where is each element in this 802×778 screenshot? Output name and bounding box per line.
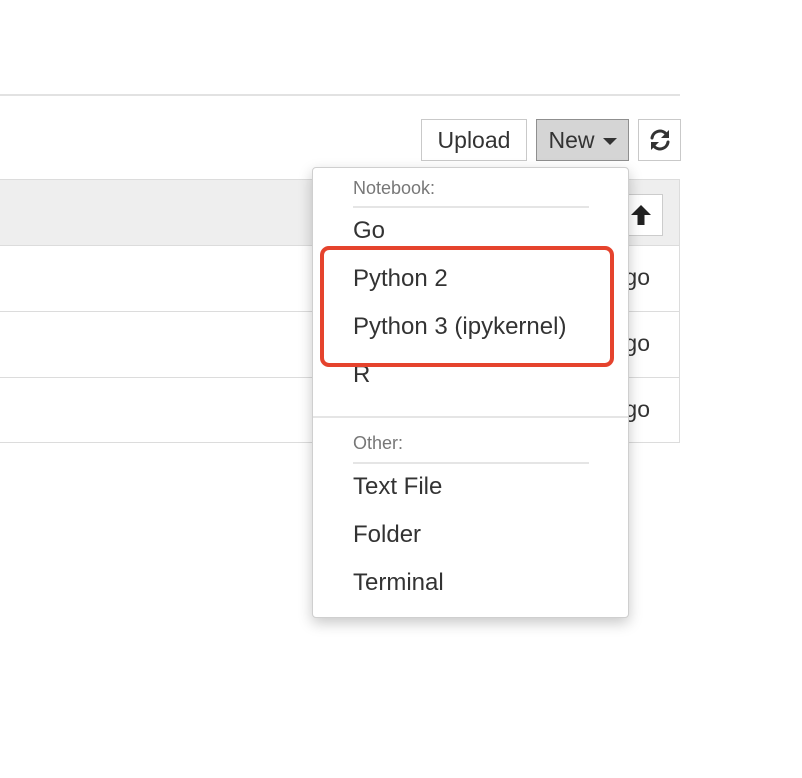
notebook-section-header: Notebook: xyxy=(353,178,436,198)
caret-down-icon xyxy=(602,138,617,145)
upload-button[interactable]: Upload xyxy=(421,119,527,161)
menu-item-go[interactable]: Go xyxy=(313,208,628,254)
arrow-up-icon xyxy=(630,205,651,225)
header-divider xyxy=(0,94,680,96)
menu-item-folder[interactable]: Folder xyxy=(313,512,628,558)
new-button-label: New xyxy=(548,126,595,153)
menu-item-text-file[interactable]: Text File xyxy=(313,464,628,510)
menu-item-python-3[interactable]: Python 3 (ipykernel) xyxy=(313,304,628,350)
other-section-header: Other: xyxy=(353,433,404,453)
refresh-icon xyxy=(650,129,669,151)
menu-item-terminal[interactable]: Terminal xyxy=(313,560,628,606)
refresh-button[interactable] xyxy=(638,119,681,161)
new-dropdown-menu: Notebook: Go Python 2 Python 3 (ipykerne… xyxy=(312,167,629,618)
menu-divider xyxy=(313,416,628,418)
menu-item-r[interactable]: R xyxy=(313,352,628,398)
new-button[interactable]: New xyxy=(536,119,629,161)
menu-item-python-2[interactable]: Python 2 xyxy=(313,256,628,302)
